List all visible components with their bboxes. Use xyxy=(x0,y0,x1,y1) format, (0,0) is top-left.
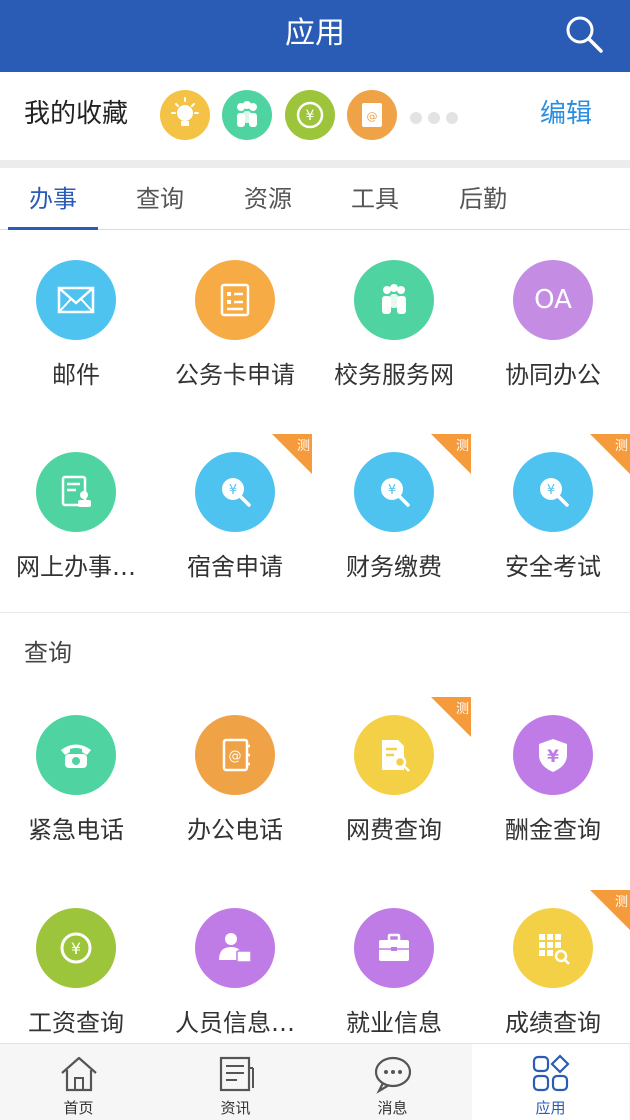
test-badge: 测 xyxy=(590,890,630,930)
nav-news[interactable]: 资讯 xyxy=(157,1044,314,1120)
section-title-query: 查询 xyxy=(24,639,72,667)
nav-label: 消息 xyxy=(377,1099,408,1117)
app-label: 校务服务网 xyxy=(334,361,454,389)
tab-zi-yuan[interactable]: 资源 xyxy=(218,182,318,216)
yen-shield-icon: ¥ xyxy=(513,715,593,795)
oa-icon: OA xyxy=(513,260,593,340)
test-badge: 测 xyxy=(590,434,630,474)
test-badge: 测 xyxy=(272,434,312,474)
divider xyxy=(0,160,630,168)
test-badge: 测 xyxy=(431,697,471,737)
people-icon[interactable] xyxy=(222,90,272,140)
app-label: 协同办公 xyxy=(505,361,601,389)
app-label: 邮件 xyxy=(52,361,100,389)
svg-text:¥: ¥ xyxy=(547,483,555,498)
tab-hou-qin[interactable]: 后勤 xyxy=(433,182,533,216)
divider xyxy=(0,612,630,613)
yen-search-icon: ¥ xyxy=(354,452,434,532)
app-label: 成绩查询 xyxy=(505,1009,601,1037)
briefcase-icon xyxy=(354,908,434,988)
person-card-icon xyxy=(195,908,275,988)
app-office-phone[interactable]: @ 办公电话 xyxy=(156,715,314,865)
app-label: 网上办事… xyxy=(16,553,136,581)
favorites-label: 我的收藏 xyxy=(24,99,129,129)
app-label: 就业信息 xyxy=(346,1009,442,1037)
app-label: 网费查询 xyxy=(346,816,442,844)
apps-icon xyxy=(532,1054,570,1092)
app-school-service[interactable]: 校务服务网 xyxy=(315,260,473,410)
more-dots-icon[interactable] xyxy=(410,109,464,128)
form-icon xyxy=(195,260,275,340)
app-label: 财务缴费 xyxy=(346,553,442,581)
app-dorm-apply[interactable]: ¥ 宿舍申请 测 xyxy=(156,434,314,602)
chat-icon xyxy=(374,1056,412,1094)
page-title: 应用 xyxy=(285,16,345,51)
nav-label: 首页 xyxy=(63,1099,94,1117)
nav-label: 资讯 xyxy=(220,1099,251,1117)
app-mail[interactable]: 邮件 xyxy=(0,260,155,410)
app-oa[interactable]: OA 协同办公 xyxy=(474,260,630,410)
yen-icon[interactable]: ¥ xyxy=(285,90,335,140)
app-label: 公务卡申请 xyxy=(175,361,295,389)
svg-text:¥: ¥ xyxy=(547,747,559,767)
app-remuneration[interactable]: ¥ 酬金查询 xyxy=(474,715,630,865)
svg-text:@: @ xyxy=(367,110,378,123)
grid-search-icon xyxy=(513,908,593,988)
lightbulb-icon[interactable] xyxy=(160,90,210,140)
mail-icon xyxy=(36,260,116,340)
app-employment[interactable]: 就业信息 xyxy=(315,908,473,1058)
nav-apps[interactable]: 应用 xyxy=(472,1044,629,1120)
yen-search-icon: ¥ xyxy=(195,452,275,532)
document-person-icon xyxy=(36,452,116,532)
search-icon[interactable] xyxy=(564,14,604,54)
yen-icon: ¥ xyxy=(36,908,116,988)
edit-button[interactable]: 编辑 xyxy=(540,96,592,132)
test-badge: 测 xyxy=(431,434,471,474)
svg-text:¥: ¥ xyxy=(229,483,237,498)
app-safety-exam[interactable]: ¥ 安全考试 测 xyxy=(474,434,630,602)
nav-label: 应用 xyxy=(535,1099,566,1117)
app-label: 人员信息… xyxy=(175,1009,295,1037)
app-grades[interactable]: 成绩查询 测 xyxy=(474,890,630,1058)
contacts-book-icon: @ xyxy=(195,715,275,795)
app-emergency-phone[interactable]: 紧急电话 xyxy=(0,715,155,865)
tab-gong-ju[interactable]: 工具 xyxy=(325,182,425,216)
svg-text:@: @ xyxy=(229,749,242,764)
people-icon xyxy=(354,260,434,340)
svg-text:¥: ¥ xyxy=(71,939,81,958)
app-label: 工资查询 xyxy=(28,1009,124,1037)
favorites-bar: 我的收藏 ¥ @ 编辑 xyxy=(0,72,630,160)
nav-messages[interactable]: 消息 xyxy=(314,1044,471,1120)
telephone-icon xyxy=(36,715,116,795)
svg-text:¥: ¥ xyxy=(306,108,315,124)
tab-cha-xun[interactable]: 查询 xyxy=(110,182,210,216)
app-staff-info[interactable]: 人员信息… xyxy=(156,908,314,1058)
yen-search-icon: ¥ xyxy=(513,452,593,532)
app-finance-pay[interactable]: ¥ 财务缴费 测 xyxy=(315,434,473,602)
tab-ban-shi[interactable]: 办事 xyxy=(3,182,103,216)
news-icon xyxy=(219,1056,254,1092)
app-net-fee[interactable]: 网费查询 测 xyxy=(315,697,473,865)
app-label: 安全考试 xyxy=(505,553,601,581)
contacts-book-icon[interactable]: @ xyxy=(347,90,397,140)
category-tabs: 办事 查询 资源 工具 后勤 xyxy=(0,168,630,230)
active-tab-indicator xyxy=(8,227,98,230)
app-card-apply[interactable]: 公务卡申请 xyxy=(156,260,314,410)
nav-home[interactable]: 首页 xyxy=(0,1044,157,1120)
app-label: 酬金查询 xyxy=(505,816,601,844)
home-icon xyxy=(61,1056,97,1092)
bottom-nav: 首页 资讯 消息 应用 xyxy=(0,1043,630,1120)
app-online-affairs[interactable]: 网上办事… xyxy=(0,452,155,602)
app-label: 紧急电话 xyxy=(28,816,124,844)
app-salary[interactable]: ¥ 工资查询 xyxy=(0,908,155,1058)
document-search-icon xyxy=(354,715,434,795)
svg-text:¥: ¥ xyxy=(388,483,396,498)
app-label: 宿舍申请 xyxy=(187,553,283,581)
app-header: 应用 xyxy=(0,0,630,72)
app-label: 办公电话 xyxy=(187,816,283,844)
